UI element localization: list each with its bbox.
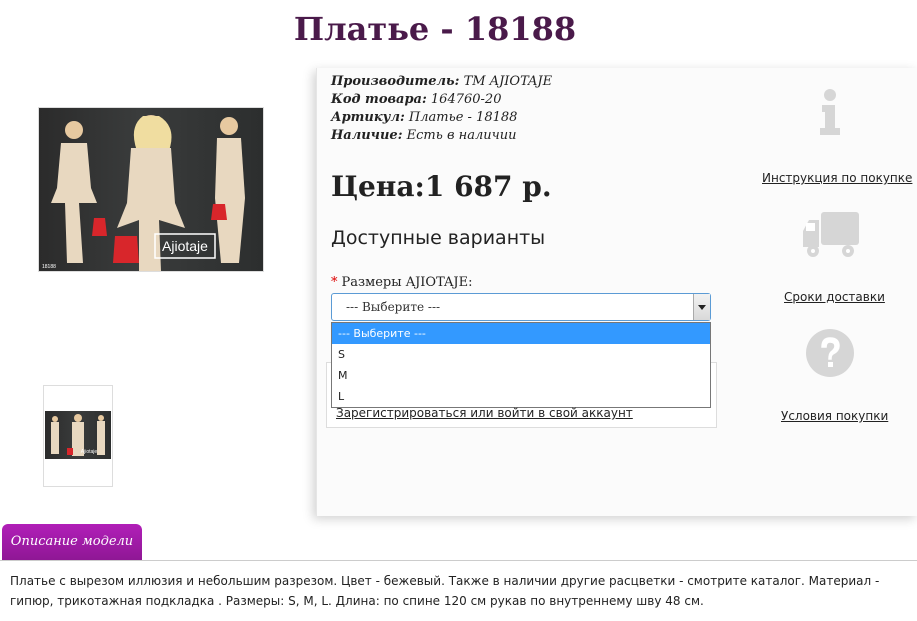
product-title: Платье - 18188 [293,10,577,48]
delivery-terms-link[interactable]: Сроки доставки [784,290,885,304]
manufacturer-line: Производитель: ТМ AJIOTAJE [331,74,552,89]
article-value: Платье - 18188 [408,110,518,125]
product-code-label: Код товара: [331,92,427,107]
truck-icon [803,212,859,262]
description-text: Платье с вырезом иллюзия и небольшим раз… [10,574,880,608]
login-link[interactable]: Зарегистрироваться или войти в свой акка… [336,406,633,420]
manufacturer-value[interactable]: ТМ AJIOTAJE [464,74,553,89]
product-code-value: 164760-20 [430,92,502,107]
purchase-terms-link[interactable]: Условия покупки [781,409,888,423]
size-option-l[interactable]: L [332,386,710,407]
required-mark: * [331,275,338,290]
thumbnail-photo: Ajiotaje [45,411,111,459]
size-select-label: * Размеры AJIOTAJE: [331,275,473,290]
question-icon [805,328,855,382]
variants-title: Доступные варианты [331,227,546,249]
size-select[interactable]: --- Выберите --- [331,293,711,321]
purchase-instruction-link[interactable]: Инструкция по покупке [762,171,912,185]
image-brand-label: Ajiotaje [162,238,208,254]
size-label-text: Размеры AJIOTAJE: [341,275,473,290]
manufacturer-label: Производитель: [331,74,460,89]
availability-label: Наличие: [331,128,403,143]
availability-line: Наличие: Есть в наличии [331,128,516,143]
size-option-m[interactable]: M [332,365,710,386]
product-price: Цена:1 687 р. [331,170,552,203]
size-option-placeholder[interactable]: --- Выберите --- [332,323,710,344]
chevron-down-icon[interactable] [693,294,710,320]
article-line: Артикул: Платье - 18188 [331,110,517,125]
image-corner-label: 18188 [42,264,56,270]
product-code-line: Код товара: 164760-20 [331,92,501,107]
product-thumbnail[interactable]: Ajiotaje [43,385,113,487]
product-photo: Ajiotaje 18188 [42,115,245,271]
article-label: Артикул: [331,110,405,125]
product-main-image[interactable]: Ajiotaje 18188 [38,107,264,272]
size-option-s[interactable]: S [332,344,710,365]
size-dropdown-list: --- Выберите --- S M L [331,322,711,408]
size-select-value: --- Выберите --- [346,300,441,314]
tab-model-description[interactable]: Описание модели [2,524,142,560]
availability-value: Есть в наличии [406,128,517,143]
thumbnail-brand-label: Ajiotaje [81,449,98,455]
info-icon [818,88,842,140]
